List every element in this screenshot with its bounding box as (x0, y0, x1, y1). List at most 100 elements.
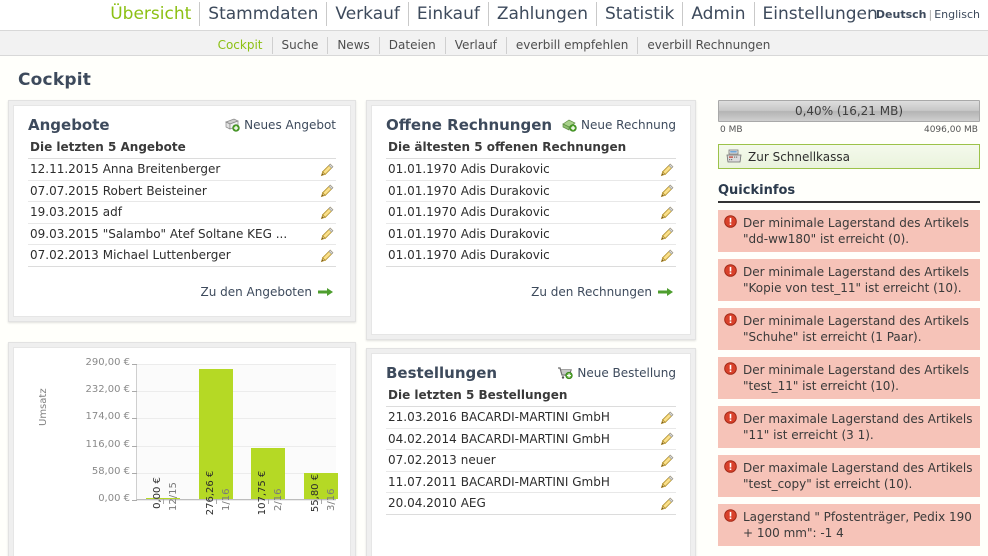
subnav-item-verlauf[interactable]: Verlauf (446, 37, 507, 54)
invoice-edit-cell[interactable] (656, 244, 676, 267)
subnav-item-cockpit[interactable]: Cockpit (209, 37, 273, 54)
edit-pencil-icon[interactable] (660, 184, 674, 198)
warning-icon (724, 509, 737, 522)
edit-pencil-icon[interactable] (320, 184, 334, 198)
chart-y-tick-label: 232,00 € (29, 384, 137, 395)
edit-pencil-icon[interactable] (320, 227, 334, 241)
order-edit-cell[interactable] (656, 492, 676, 515)
table-row[interactable]: 04.02.2014 BACARDI-MARTINI GmbH (386, 427, 676, 450)
order-date: 07.02.2013 (386, 449, 459, 471)
cash-register-icon (726, 149, 742, 164)
table-row[interactable]: 01.01.1970 Adis Durakovic (386, 179, 676, 202)
goto-offers-link[interactable]: Zu den Angeboten (200, 285, 334, 299)
edit-pencil-icon[interactable] (660, 454, 674, 468)
orders-subtitle: Die letzten 5 Bestellungen (388, 388, 568, 402)
invoice-edit-cell[interactable] (656, 179, 676, 202)
invoice-edit-cell[interactable] (656, 222, 676, 245)
chart-x-tick-label: 1/16 (220, 488, 232, 511)
table-row[interactable]: 01.01.1970 Adis Durakovic (386, 244, 676, 267)
language-english-link[interactable]: Englisch (934, 8, 980, 21)
table-row[interactable]: 07.02.2013 Michael Luttenberger (28, 244, 336, 267)
offer-edit-cell[interactable] (316, 244, 336, 267)
subnav-item-news[interactable]: News (328, 37, 380, 54)
invoice-date: 01.01.1970 (386, 201, 459, 223)
new-offer-button[interactable]: Neues Angebot (225, 118, 336, 132)
goto-invoices-link[interactable]: Zu den Rechnungen (531, 285, 674, 299)
table-row[interactable]: 07.07.2015 Robert Beisteiner (28, 179, 336, 202)
invoice-edit-cell[interactable] (656, 158, 676, 180)
edit-pencil-icon[interactable] (660, 163, 674, 177)
order-date: 11.07.2011 (386, 470, 459, 493)
order-edit-cell[interactable] (656, 406, 676, 428)
table-row[interactable]: 12.11.2015 Anna Breitenberger (28, 158, 336, 180)
orders-title: Bestellungen (386, 364, 498, 382)
offer-date: 12.11.2015 (28, 158, 101, 180)
offer-edit-cell[interactable] (316, 201, 336, 223)
nav-item-verkauf[interactable]: Verkauf (327, 2, 409, 26)
chart-bar-value-label: 107,75 € (257, 470, 269, 516)
revenue-chart-inner: Umsatz 0,00 €58,00 €116,00 €174,00 €232,… (13, 347, 351, 556)
new-invoice-icon (562, 118, 577, 132)
offer-date: 07.07.2015 (28, 179, 101, 202)
new-invoice-button[interactable]: Neue Rechnung (562, 118, 676, 132)
edit-pencil-icon[interactable] (660, 432, 674, 446)
goto-offers-label: Zu den Angeboten (200, 284, 312, 299)
order-edit-cell[interactable] (656, 470, 676, 493)
table-row[interactable]: 01.01.1970 Adis Durakovic (386, 222, 676, 245)
nav-item-admin[interactable]: Admin (683, 2, 755, 26)
table-row[interactable]: 01.01.1970 Adis Durakovic (386, 158, 676, 180)
nav-item-stammdaten[interactable]: Stammdaten (200, 2, 328, 26)
language-german-link[interactable]: Deutsch (876, 8, 927, 21)
table-row[interactable]: 09.03.2015 "Salambo" Atef Soltane KEG ... (28, 222, 336, 245)
nav-item-statistik[interactable]: Statistik (597, 2, 684, 26)
order-date: 21.03.2016 (386, 406, 459, 428)
nav-item-einstellungen[interactable]: Einstellungen (755, 2, 886, 26)
new-order-button[interactable]: Neue Bestellung (557, 366, 676, 380)
offer-edit-cell[interactable] (316, 158, 336, 180)
table-row[interactable]: 07.02.2013 neuer (386, 449, 676, 471)
edit-pencil-icon[interactable] (320, 206, 334, 220)
edit-pencil-icon[interactable] (660, 411, 674, 425)
schnellkassa-button[interactable]: Zur Schnellkassa (718, 144, 980, 169)
edit-pencil-icon[interactable] (320, 249, 334, 263)
nav-item-einkauf[interactable]: Einkauf (409, 2, 489, 26)
quickinfo-item: Der minimale Lagerstand des Artikels "Sc… (718, 308, 980, 350)
chart-x-tick-mark (163, 499, 165, 504)
quickinfo-item: Der minimale Lagerstand des Artikels "Ko… (718, 259, 980, 301)
invoice-edit-cell[interactable] (656, 201, 676, 223)
edit-pencil-icon[interactable] (320, 163, 334, 177)
edit-pencil-icon[interactable] (660, 475, 674, 489)
offer-edit-cell[interactable] (316, 222, 336, 245)
quickinfo-text: Der minimale Lagerstand des Artikels "Ko… (743, 265, 969, 295)
invoice-date: 01.01.1970 (386, 158, 459, 180)
table-row[interactable]: 21.03.2016 BACARDI-MARTINI GmbH (386, 406, 676, 428)
edit-pencil-icon[interactable] (660, 249, 674, 263)
subnav-item-everbill-empfehlen[interactable]: everbill empfehlen (507, 37, 639, 54)
table-row[interactable]: 20.04.2010 AEG (386, 492, 676, 515)
order-name: BACARDI-MARTINI GmbH (458, 406, 656, 428)
edit-pencil-icon[interactable] (660, 227, 674, 241)
subnav-item-suche[interactable]: Suche (273, 37, 329, 54)
quickinfo-item: Lagerstand " Pfostenträger, Pedix 190 + … (718, 504, 980, 546)
nav-item-bersicht[interactable]: Übersicht (102, 2, 201, 26)
chart-bar-value-label: 0,00 € (152, 477, 164, 509)
order-name: neuer (458, 449, 656, 471)
open-invoices-panel: Offene Rechnungen Neue Rechnung Die älte… (366, 100, 696, 340)
subnav-item-everbill-rechnungen[interactable]: everbill Rechnungen (638, 37, 779, 54)
schnellkassa-label: Zur Schnellkassa (748, 149, 850, 164)
table-row[interactable]: 19.03.2015 adf (28, 201, 336, 223)
order-name: AEG (458, 492, 656, 515)
table-row[interactable]: 01.01.1970 Adis Durakovic (386, 201, 676, 223)
quickinfo-text: Der minimale Lagerstand des Artikels "te… (743, 363, 969, 393)
edit-pencil-icon[interactable] (660, 497, 674, 511)
table-row[interactable]: 11.07.2011 BACARDI-MARTINI GmbH (386, 470, 676, 493)
edit-pencil-icon[interactable] (660, 206, 674, 220)
nav-item-zahlungen[interactable]: Zahlungen (489, 2, 597, 26)
order-edit-cell[interactable] (656, 427, 676, 450)
subnav-item-dateien[interactable]: Dateien (380, 37, 446, 54)
invoice-name: Adis Durakovic (458, 201, 656, 223)
chart-x-tick-mark (320, 499, 322, 504)
order-edit-cell[interactable] (656, 449, 676, 471)
warning-icon (724, 215, 737, 228)
offer-edit-cell[interactable] (316, 179, 336, 202)
